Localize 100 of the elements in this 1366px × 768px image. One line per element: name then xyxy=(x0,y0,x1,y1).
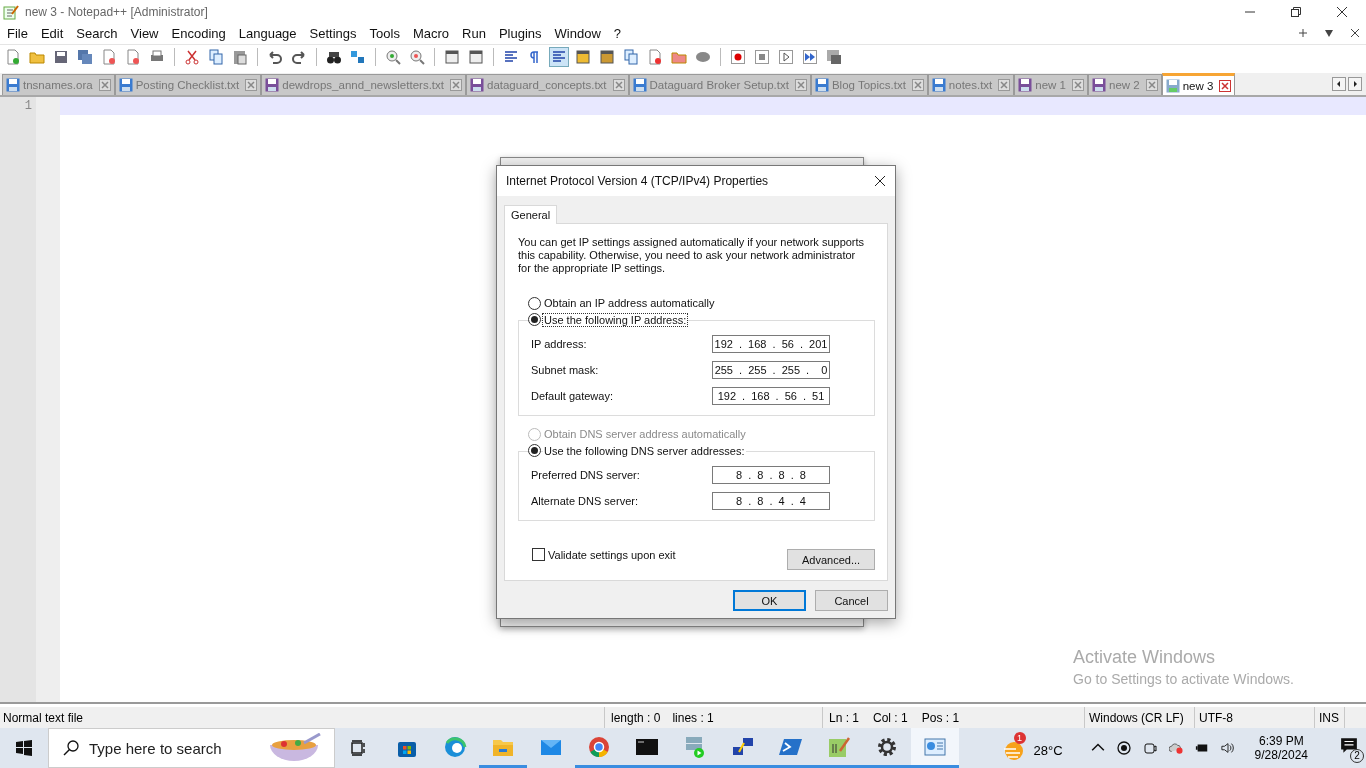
ok-button[interactable]: OK xyxy=(733,590,806,611)
status-text: Windows (CR LF) xyxy=(1089,710,1184,725)
record-icon[interactable] xyxy=(1116,741,1131,755)
status-text: Normal text file xyxy=(3,710,84,725)
menu-item[interactable]: Plugins xyxy=(491,25,548,41)
dialog-tab[interactable]: General xyxy=(504,205,558,224)
zoom-in-icon[interactable] xyxy=(384,48,402,66)
sync-vertical-icon[interactable] xyxy=(443,48,461,66)
menu-item[interactable]: Window xyxy=(547,25,607,41)
stop-icon[interactable] xyxy=(753,48,771,66)
server-play-icon xyxy=(683,734,707,759)
menu-item[interactable]: Macro xyxy=(405,25,456,41)
browser-swirl-icon xyxy=(443,734,467,759)
weather-badge: 1 xyxy=(1013,732,1026,744)
zoom-out-icon[interactable] xyxy=(408,48,426,66)
scroll-right-icon[interactable] xyxy=(1348,77,1362,91)
map-icon[interactable] xyxy=(598,48,616,66)
windows-start-icon[interactable] xyxy=(16,740,32,756)
menu-item[interactable]: Language xyxy=(231,25,303,41)
fast-forward-icon[interactable] xyxy=(801,48,819,66)
checkbox-label[interactable]: Validate settings upon exit xyxy=(548,548,676,561)
indent-guide-icon[interactable] xyxy=(550,48,568,66)
status-text: Ln : 1 xyxy=(829,710,860,725)
field-label: Default gateway: xyxy=(531,390,613,402)
close-all-icon[interactable] xyxy=(124,48,142,66)
status-text: length : 0 xyxy=(611,710,661,725)
save-all-icon[interactable] xyxy=(76,48,94,66)
play-icon[interactable] xyxy=(777,48,795,66)
plus-icon[interactable] xyxy=(1298,28,1308,38)
close-icon[interactable] xyxy=(1336,5,1348,18)
temperature-text: 28°C xyxy=(1033,742,1063,758)
date-text: 9/28/2024 xyxy=(1254,748,1308,762)
copy-icon[interactable] xyxy=(207,48,225,66)
file-tab[interactable]: new 3 xyxy=(1161,73,1236,95)
status-text: Col : 1 xyxy=(873,710,908,725)
menu-item[interactable]: Edit xyxy=(33,25,70,41)
radio-label[interactable]: Obtain an IP address automatically xyxy=(543,297,716,310)
line-number: 1 xyxy=(24,99,32,115)
time-text: 6:39 PM xyxy=(1258,734,1304,748)
menu-item[interactable]: File xyxy=(0,25,34,41)
dropdown-icon[interactable] xyxy=(1324,28,1334,38)
checkbox[interactable] xyxy=(532,548,545,561)
close-icon[interactable] xyxy=(874,175,886,187)
close-file-icon[interactable] xyxy=(100,48,118,66)
notification-count: 2 xyxy=(1350,749,1364,763)
scroll-left-icon[interactable] xyxy=(1332,77,1346,91)
cancel-button[interactable]: Cancel xyxy=(815,590,888,611)
activation-message: Go to Settings to activate Windows. xyxy=(1073,671,1294,687)
camera-icon[interactable] xyxy=(1142,741,1157,755)
advanced-button[interactable]: Advanced... xyxy=(787,549,875,570)
ip-address-field[interactable]: 192 . 168 . 56 . 51 xyxy=(712,387,830,405)
search-field[interactable]: Type here to search xyxy=(48,728,335,768)
window-title: new 3 - Notepad++ [Administrator] xyxy=(25,4,208,19)
field-label: Preferred DNS server: xyxy=(531,469,640,481)
menu-item[interactable]: Encoding xyxy=(164,25,232,41)
undo-icon[interactable] xyxy=(266,48,284,66)
radio-label[interactable]: Use the following IP address: xyxy=(543,313,688,326)
radio-label[interactable]: Use the following DNS server addresses: xyxy=(543,444,746,457)
replace-icon[interactable] xyxy=(349,48,367,66)
macro-list-icon[interactable] xyxy=(825,48,843,66)
radio-button[interactable] xyxy=(528,313,541,327)
menu-item[interactable]: Tools xyxy=(362,25,406,41)
redo-icon[interactable] xyxy=(290,48,308,66)
ip-address-field[interactable]: 8 . 8 . 4 . 4 xyxy=(712,492,830,510)
search-icon xyxy=(63,740,79,756)
field-label: IP address: xyxy=(531,338,587,350)
pages-icon[interactable] xyxy=(622,48,640,66)
menu-item[interactable]: Search xyxy=(69,25,124,41)
browser-circle-icon xyxy=(587,734,611,759)
restore-icon[interactable] xyxy=(1290,5,1302,18)
function-list-icon[interactable] xyxy=(646,48,664,66)
cloud-error-icon[interactable] xyxy=(1168,741,1183,755)
save-icon[interactable] xyxy=(52,48,70,66)
new-file-icon[interactable] xyxy=(4,48,22,66)
ip-address-field[interactable]: 8 . 8 . 8 . 8 xyxy=(712,466,830,484)
ip-address-field[interactable]: 255 . 255 . 255 . 0 xyxy=(712,361,830,379)
ip-address-field[interactable]: 192 . 168 . 56 . 201 xyxy=(712,335,830,353)
menu-item[interactable]: View xyxy=(123,25,165,41)
status-text: Pos : 1 xyxy=(921,710,960,725)
status-text: lines : 1 xyxy=(672,710,714,725)
speaker-icon[interactable] xyxy=(1220,741,1235,755)
menu-item[interactable]: Run xyxy=(455,25,492,41)
weather-widget[interactable]: 1 28°C xyxy=(1001,732,1063,764)
language-icon[interactable] xyxy=(574,48,592,66)
status-text: UTF-8 xyxy=(1199,710,1233,725)
menu-item[interactable]: Settings xyxy=(302,25,363,41)
radio-button[interactable] xyxy=(528,296,541,310)
notepad-icon xyxy=(3,3,19,20)
close-icon[interactable] xyxy=(1350,28,1360,38)
paste-icon[interactable] xyxy=(231,48,249,66)
field-label: Subnet mask: xyxy=(531,364,599,376)
activation-title: Activate Windows xyxy=(1073,647,1217,668)
menu-item[interactable]: ? xyxy=(606,25,628,41)
description-text: You can get IP settings assigned automatically if your network supports this capability. Otherwise, you need to ask your network administrator for the appropriate IP settings. xyxy=(518,236,866,275)
dialog-title: Internet Protocol Version 4 (TCP/IPv4) Properties xyxy=(506,174,769,188)
cut-icon[interactable] xyxy=(183,48,201,66)
sync-horizontal-icon[interactable] xyxy=(467,48,485,66)
task-view-icon[interactable] xyxy=(351,740,367,756)
radio-button[interactable] xyxy=(528,444,541,458)
clock[interactable]: 6:39 PM 9/28/2024 xyxy=(1254,734,1308,762)
